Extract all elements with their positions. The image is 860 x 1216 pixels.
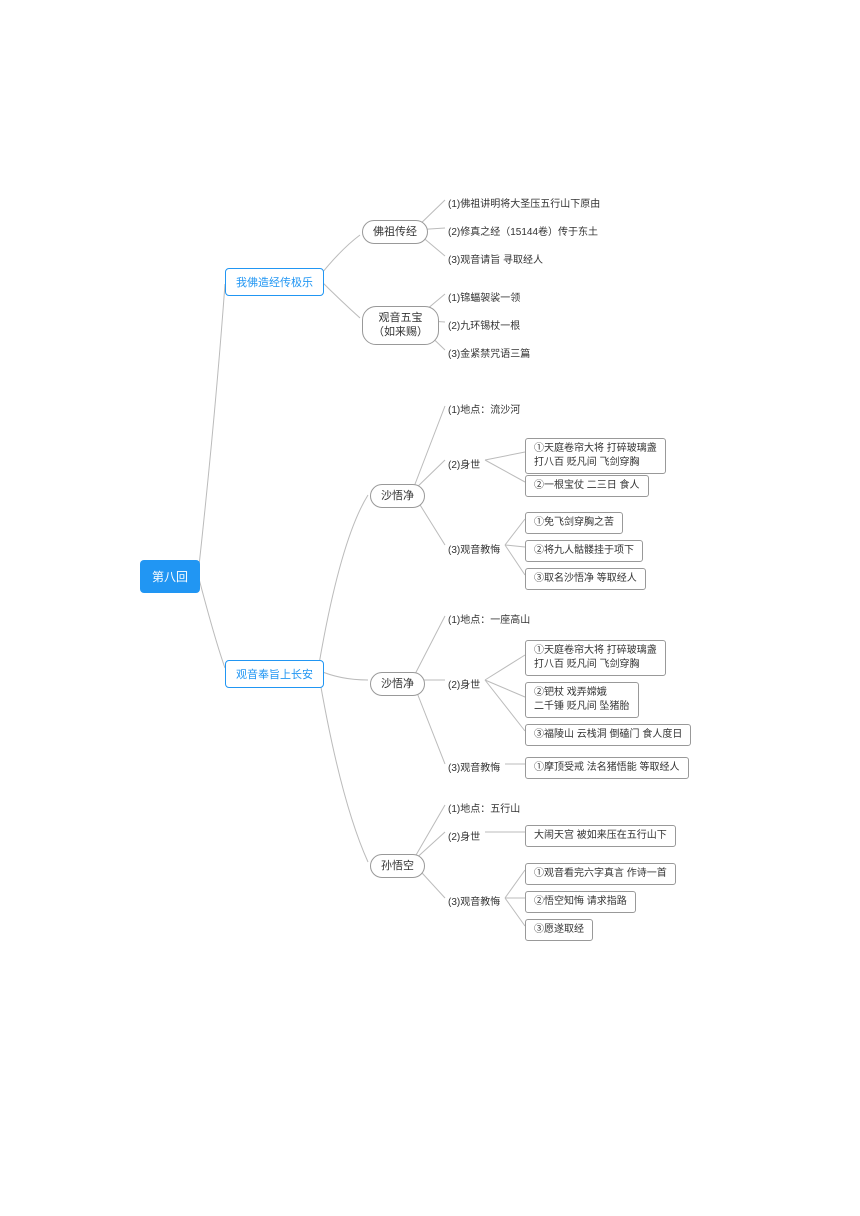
c1-gy-i3: ③取名沙悟净 等取经人 — [525, 568, 646, 590]
c3-gy-i2: ②悟空知悔 请求指路 — [525, 891, 636, 913]
b1-n2-i2: (2)九环锡杖一根 — [448, 317, 520, 332]
c2-bg-i3: ③福陵山 云栈洞 倒磕门 食人度日 — [525, 724, 691, 746]
c3-gy-i1: ①观音看完六字真言 作诗一首 — [525, 863, 676, 885]
c2-name[interactable]: 沙悟净 — [370, 672, 425, 696]
c1-gy-label: (3)观音教悔 — [448, 541, 500, 556]
b1-n1-label[interactable]: 佛祖传经 — [362, 220, 428, 244]
c2-gy-label: (3)观音教悔 — [448, 759, 500, 774]
c1-gy-i1: ①免飞剑穿胸之苦 — [525, 512, 623, 534]
b1-n1-i3: (3)观音请旨 寻取经人 — [448, 251, 543, 266]
c2-gy-i1: ①摩顶受戒 法名猪悟能 等取经人 — [525, 757, 689, 779]
root-node[interactable]: 第八回 — [140, 560, 200, 593]
b1-n2-i1: (1)锦蝠袈裟一领 — [448, 289, 520, 304]
branch1-title[interactable]: 我佛造经传极乐 — [225, 268, 324, 296]
c1-gy-i2: ②将九人骷髅挂于项下 — [525, 540, 643, 562]
c2-bg-i2: ②钯杖 戏弄嫦娥 二千锤 贬凡间 坠猪胎 — [525, 682, 639, 718]
c1-loc: (1)地点：流沙河 — [448, 401, 520, 416]
b1-n2-i3: (3)金紧禁咒语三篇 — [448, 345, 530, 360]
c3-bg-label: (2)身世 — [448, 828, 480, 843]
c3-gy-i3: ③愿遂取经 — [525, 919, 593, 941]
b1-n1-i2: (2)修真之经（15144卷）传于东土 — [448, 223, 598, 238]
c2-bg-label: (2)身世 — [448, 676, 480, 691]
b1-n2-label[interactable]: 观音五宝 （如来赐） — [362, 306, 439, 345]
c1-bg-i2: ②一根宝仗 二三日 食人 — [525, 475, 649, 497]
c3-gy-label: (3)观音教悔 — [448, 893, 500, 908]
b1-n1-i1: (1)佛祖讲明将大圣压五行山下原由 — [448, 195, 600, 210]
c1-bg-label: (2)身世 — [448, 456, 480, 471]
c2-bg-i1: ①天庭卷帘大将 打碎玻璃盏 打八百 贬凡间 飞剑穿胸 — [525, 640, 666, 676]
connectors-svg — [0, 0, 860, 1216]
c3-name[interactable]: 孙悟空 — [370, 854, 425, 878]
c1-bg-i1: ①天庭卷帘大将 打碎玻璃盏 打八百 贬凡间 飞剑穿胸 — [525, 438, 666, 474]
branch2-title[interactable]: 观音奉旨上长安 — [225, 660, 324, 688]
c1-name[interactable]: 沙悟净 — [370, 484, 425, 508]
c3-loc: (1)地点：五行山 — [448, 800, 520, 815]
c3-bg-i1: 大闹天宫 被如来压在五行山下 — [525, 825, 676, 847]
c2-loc: (1)地点：一座高山 — [448, 611, 530, 626]
